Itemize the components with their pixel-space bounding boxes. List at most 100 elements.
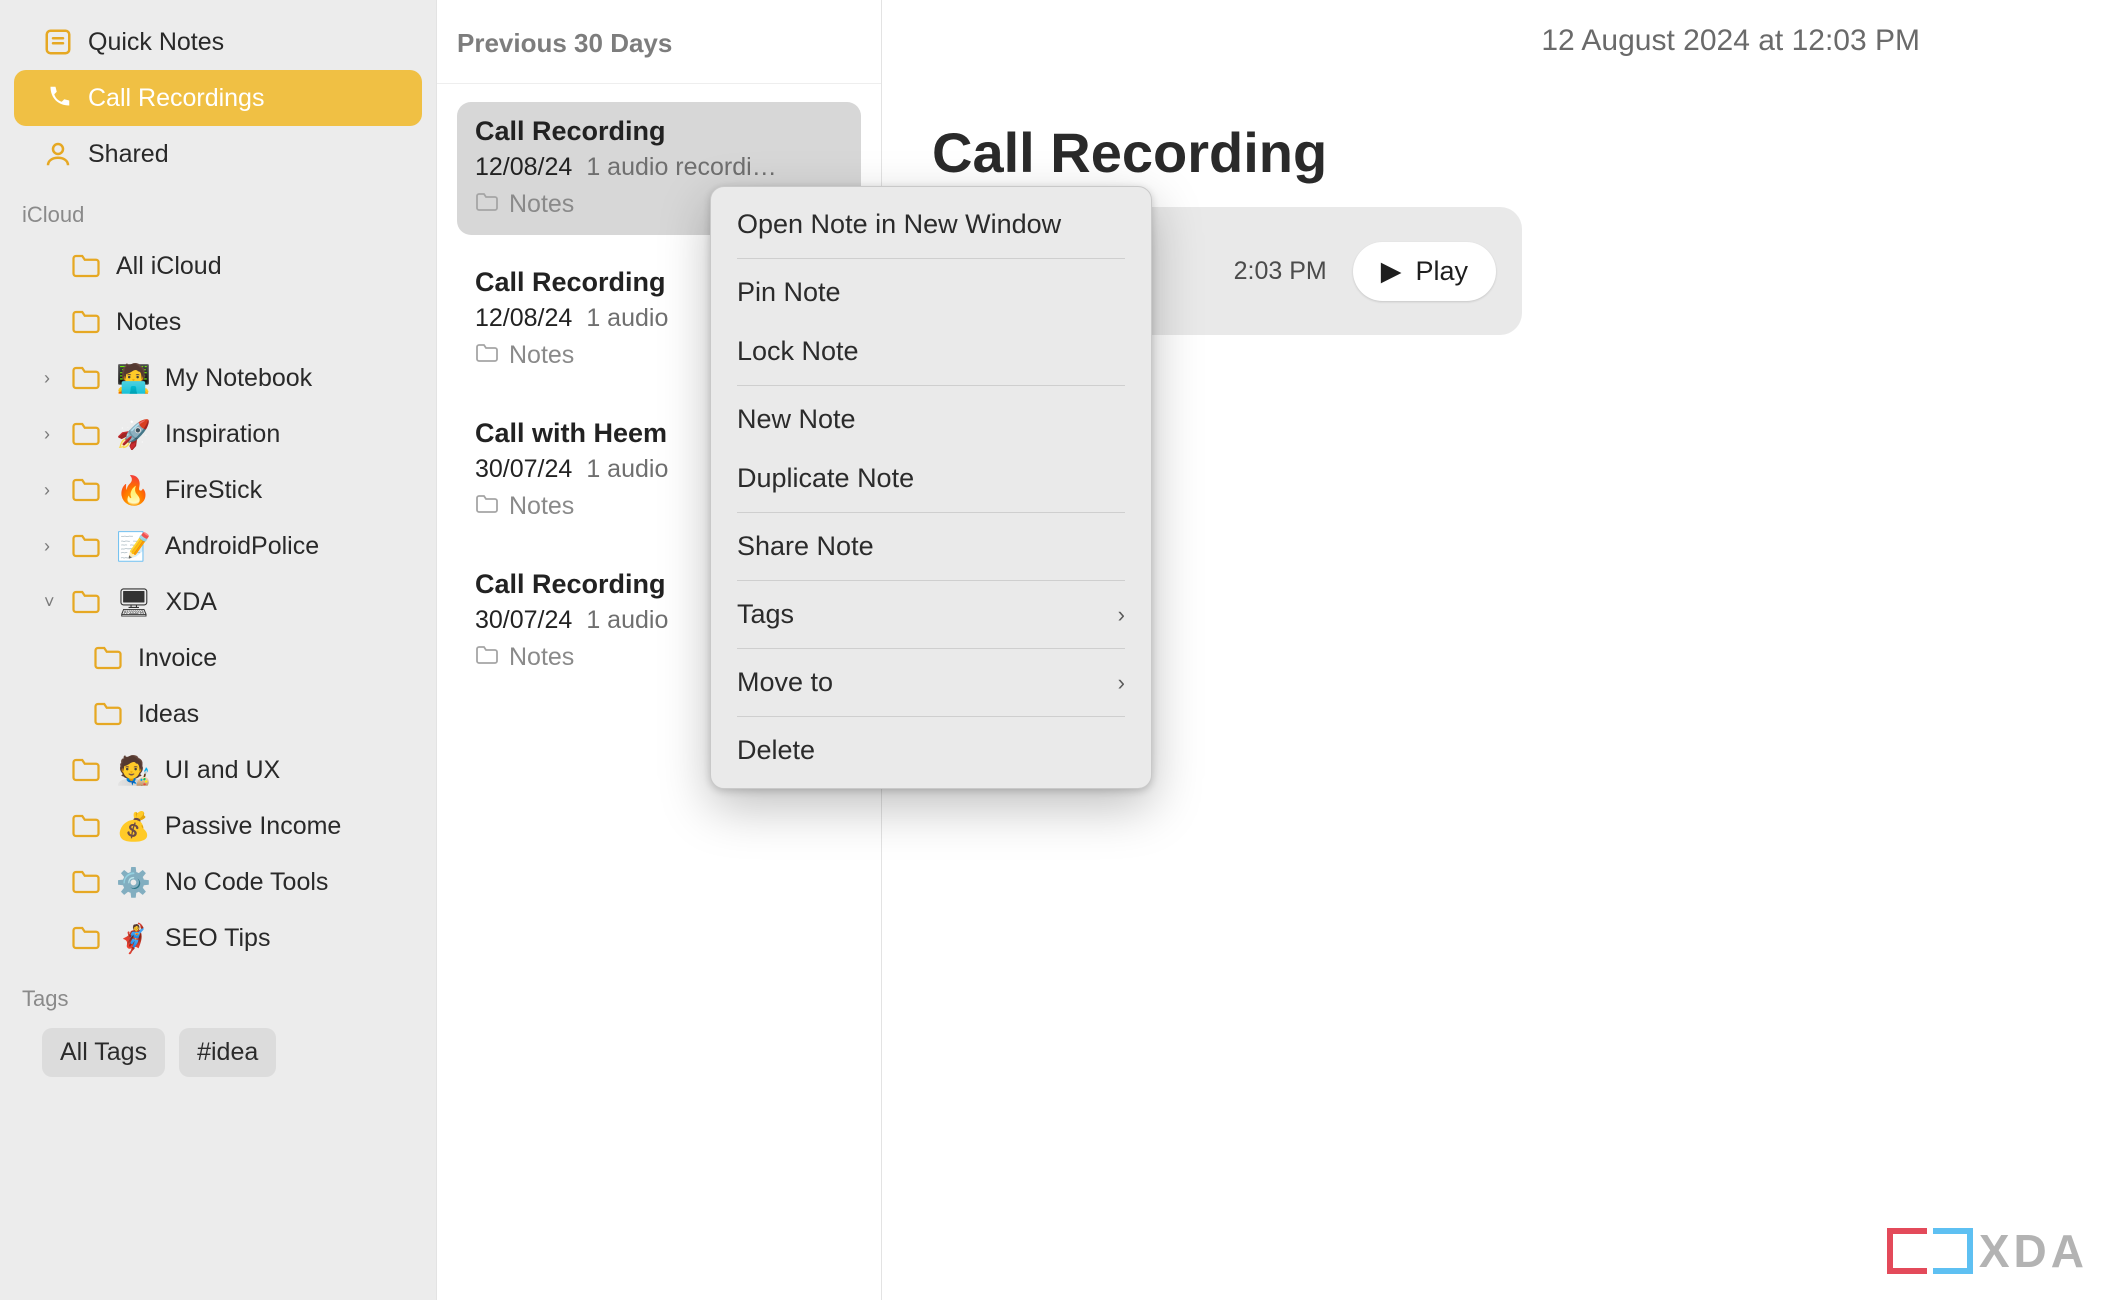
context-menu-label: New Note bbox=[737, 404, 856, 435]
sidebar-folder-seo-tips[interactable]: ›🦸SEO Tips bbox=[40, 910, 422, 966]
sidebar-folder-all-icloud[interactable]: ›All iCloud bbox=[40, 238, 422, 294]
sidebar-section-tags: Tags bbox=[14, 970, 422, 1018]
folder-icon bbox=[70, 867, 102, 897]
sidebar-folder-ideas[interactable]: ›Ideas bbox=[62, 686, 422, 742]
sidebar-folder-firestick[interactable]: › 🔥 FireStick bbox=[40, 462, 422, 518]
context-menu-separator bbox=[737, 512, 1125, 513]
sidebar-item-label: Quick Notes bbox=[88, 28, 224, 57]
sidebar-item-label: Notes bbox=[116, 308, 181, 337]
context-menu-label: Share Note bbox=[737, 531, 874, 562]
folder-emoji: 🖥 bbox=[116, 586, 152, 619]
audio-time: 2:03 PM bbox=[1234, 257, 1327, 286]
sidebar-folder-invoice[interactable]: ›Invoice bbox=[62, 630, 422, 686]
sidebar-folder-notes[interactable]: ›Notes bbox=[40, 294, 422, 350]
sidebar-item-label: FireStick bbox=[165, 476, 262, 505]
sidebar-item-label: Ideas bbox=[138, 700, 199, 729]
folder-icon bbox=[70, 419, 102, 449]
chevron-right-icon: › bbox=[1118, 602, 1125, 628]
sidebar-folder-passive-income[interactable]: ›💰Passive Income bbox=[40, 798, 422, 854]
sidebar-item-quick-notes[interactable]: Quick Notes bbox=[14, 14, 422, 70]
note-item-summary: 1 audio bbox=[586, 304, 668, 333]
folder-icon bbox=[70, 363, 102, 393]
note-item-date: 30/07/24 bbox=[475, 606, 572, 635]
sidebar-item-label: AndroidPolice bbox=[165, 532, 319, 561]
context-menu-item-tags[interactable]: Tags› bbox=[711, 585, 1151, 644]
context-menu-item-lock-note[interactable]: Lock Note bbox=[711, 322, 1151, 381]
chevron-right-icon[interactable]: › bbox=[44, 368, 50, 389]
sidebar: Quick Notes Call Recordings Shared iClou… bbox=[0, 0, 436, 1300]
sidebar-section-icloud: iCloud bbox=[14, 186, 422, 234]
folder-icon bbox=[70, 923, 102, 953]
folder-icon bbox=[475, 190, 499, 219]
note-title: Call Recording bbox=[932, 120, 2070, 185]
sidebar-item-label: My Notebook bbox=[165, 364, 312, 393]
context-menu-item-pin-note[interactable]: Pin Note bbox=[711, 263, 1151, 322]
xda-watermark: XDA bbox=[1887, 1224, 2088, 1278]
sidebar-item-label: All iCloud bbox=[116, 252, 222, 281]
context-menu-label: Lock Note bbox=[737, 336, 859, 367]
folder-icon bbox=[70, 475, 102, 505]
sidebar-folder-my-notebook[interactable]: › 🧑‍💻 My Notebook bbox=[40, 350, 422, 406]
folder-emoji: 📝 bbox=[116, 530, 151, 563]
chevron-down-icon[interactable]: ˅ bbox=[44, 592, 55, 613]
play-icon: ▶ bbox=[1381, 256, 1402, 287]
sidebar-item-label: No Code Tools bbox=[165, 868, 329, 897]
folder-icon bbox=[92, 699, 124, 729]
context-menu-separator bbox=[737, 580, 1125, 581]
folder-icon bbox=[475, 643, 499, 672]
folder-icon bbox=[70, 531, 102, 561]
folder-icon bbox=[70, 587, 102, 617]
context-menu-item-open-note-in-new-window[interactable]: Open Note in New Window bbox=[711, 195, 1151, 254]
context-menu-item-delete[interactable]: Delete bbox=[711, 721, 1151, 780]
context-menu-label: Pin Note bbox=[737, 277, 841, 308]
chevron-right-icon: › bbox=[1118, 670, 1125, 696]
folder-icon bbox=[475, 341, 499, 370]
play-button[interactable]: ▶ Play bbox=[1353, 242, 1496, 301]
call-record-icon bbox=[42, 83, 74, 113]
note-item-date: 30/07/24 bbox=[475, 455, 572, 484]
note-list-header: Previous 30 Days bbox=[437, 10, 881, 84]
note-item-date: 12/08/24 bbox=[475, 153, 572, 182]
sidebar-item-shared[interactable]: Shared bbox=[14, 126, 422, 182]
folder-icon bbox=[92, 643, 124, 673]
tag-chip[interactable]: #idea bbox=[179, 1028, 276, 1077]
note-item-title: Call Recording bbox=[475, 116, 843, 147]
note-item-date: 12/08/24 bbox=[475, 304, 572, 333]
context-menu-item-duplicate-note[interactable]: Duplicate Note bbox=[711, 449, 1151, 508]
context-menu: Open Note in New Window Pin Note Lock Note… bbox=[710, 186, 1152, 789]
note-item-folder: Notes bbox=[509, 341, 574, 370]
folder-icon bbox=[70, 811, 102, 841]
chevron-right-icon[interactable]: › bbox=[44, 424, 50, 445]
chevron-right-icon[interactable]: › bbox=[44, 536, 50, 557]
note-item-folder: Notes bbox=[509, 190, 574, 219]
context-menu-separator bbox=[737, 258, 1125, 259]
folder-icon bbox=[70, 755, 102, 785]
context-menu-item-share-note[interactable]: Share Note bbox=[711, 517, 1151, 576]
play-label: Play bbox=[1415, 256, 1468, 287]
context-menu-label: Delete bbox=[737, 735, 815, 766]
note-item-folder: Notes bbox=[509, 643, 574, 672]
folder-emoji: 🔥 bbox=[116, 474, 151, 507]
tag-chip[interactable]: All Tags bbox=[42, 1028, 165, 1077]
folder-emoji: 🧑‍💻 bbox=[116, 362, 151, 395]
note-timestamp: 12 August 2024 at 12:03 PM bbox=[1541, 24, 1920, 58]
sidebar-item-call-recordings[interactable]: Call Recordings bbox=[14, 70, 422, 126]
context-menu-label: Duplicate Note bbox=[737, 463, 914, 494]
context-menu-label: Open Note in New Window bbox=[737, 209, 1061, 240]
note-item-summary: 1 audio bbox=[586, 455, 668, 484]
context-menu-item-new-note[interactable]: New Note bbox=[711, 390, 1151, 449]
sidebar-item-label: SEO Tips bbox=[165, 924, 271, 953]
sidebar-item-label: Invoice bbox=[138, 644, 217, 673]
sidebar-folder-androidpolice[interactable]: › 📝 AndroidPolice bbox=[40, 518, 422, 574]
folder-emoji: 🧑‍🎨 bbox=[116, 754, 151, 787]
sidebar-folder-ui-and-ux[interactable]: ›🧑‍🎨UI and UX bbox=[40, 742, 422, 798]
context-menu-item-move-to[interactable]: Move to› bbox=[711, 653, 1151, 712]
folder-emoji: 🚀 bbox=[116, 418, 151, 451]
note-item-summary: 1 audio recordi… bbox=[586, 153, 776, 182]
sidebar-item-label: XDA bbox=[166, 588, 217, 617]
folder-emoji: ⚙️ bbox=[116, 866, 151, 899]
chevron-right-icon[interactable]: › bbox=[44, 480, 50, 501]
sidebar-folder-no-code-tools[interactable]: ›⚙️No Code Tools bbox=[40, 854, 422, 910]
sidebar-folder-inspiration[interactable]: ›🚀Inspiration bbox=[40, 406, 422, 462]
sidebar-folder-xda[interactable]: ˅ 🖥 XDA bbox=[40, 574, 422, 630]
